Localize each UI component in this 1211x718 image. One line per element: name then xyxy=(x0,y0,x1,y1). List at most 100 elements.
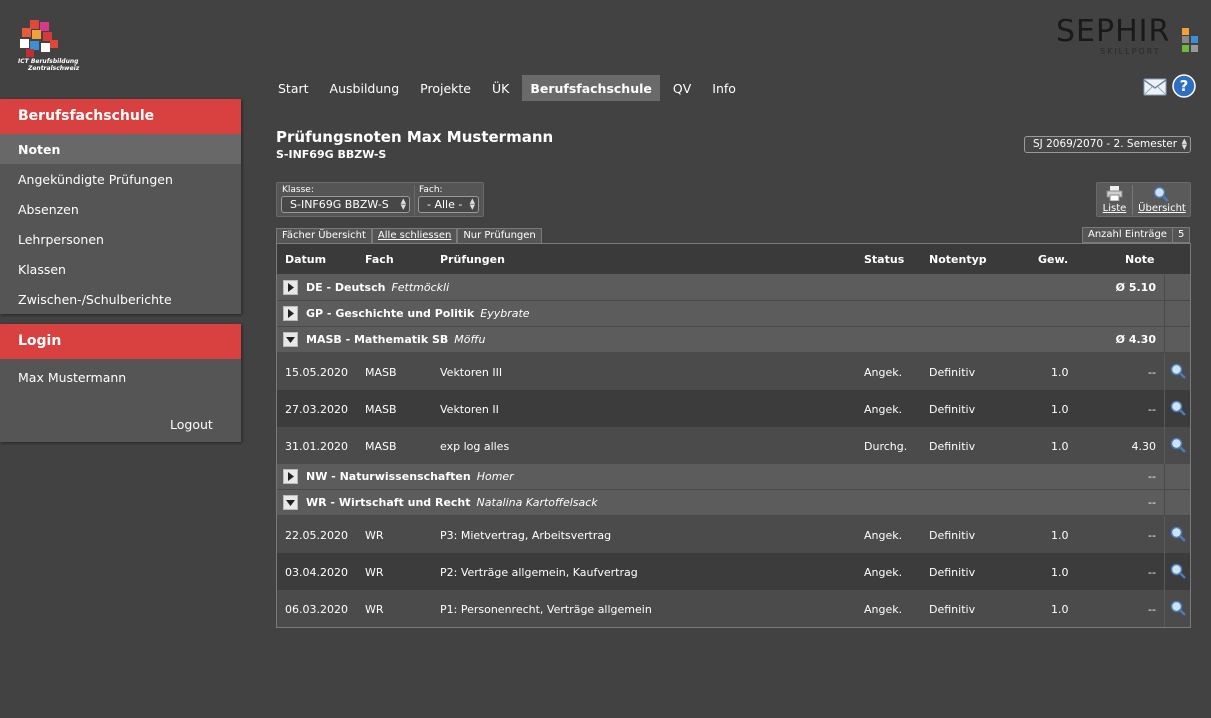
fach-select[interactable]: - Alle - ▲ ▼ xyxy=(418,196,479,213)
uebersicht-button[interactable]: Übersicht xyxy=(1133,183,1191,216)
page-title: Prüfungsnoten Max Mustermann xyxy=(276,128,554,146)
cell-gew: 1.0 xyxy=(1051,366,1069,379)
cell-gew: 1.0 xyxy=(1051,603,1069,616)
cell-gew: 1.0 xyxy=(1051,403,1069,416)
header-fach[interactable]: Fach xyxy=(365,253,394,266)
cell-pruefung: P3: Mietvertrag, Arbeitsvertrag xyxy=(440,529,612,542)
header-status[interactable]: Status xyxy=(864,253,904,266)
select-arrows-icon: ▲ ▼ xyxy=(469,197,475,211)
cell-pruefung: P1: Personenrecht, Verträge allgemein xyxy=(440,603,652,616)
sidebar-item-klassen[interactable]: Klassen xyxy=(0,254,241,284)
cell-notentyp: Definitiv xyxy=(929,403,976,416)
sidebar-berufsfachschule: Berufsfachschule Noten Angekündigte Prüf… xyxy=(0,99,241,314)
logged-in-user: Max Mustermann xyxy=(18,370,127,385)
details-magnifier-icon[interactable] xyxy=(1170,400,1186,416)
cell-status: Angek. xyxy=(864,403,903,416)
table-row: 06.03.2020 WR P1: Personenrecht, Verträg… xyxy=(277,590,1190,627)
page-subtitle: S-INF69G BBZW-S xyxy=(276,148,387,161)
cell-notentyp: Definitiv xyxy=(929,529,976,542)
table-row: 03.04.2020 WR P2: Verträge allgemein, Ka… xyxy=(277,553,1190,590)
group-row-de[interactable]: DE - Deutsch Fettmöckli Ø 5.10 xyxy=(277,275,1190,301)
group-row-gp[interactable]: GP - Geschichte und Politik Eyybrate xyxy=(277,301,1190,327)
table-row: 27.03.2020 MASB Vektoren II Angek. Defin… xyxy=(277,390,1190,427)
brand-word: SEPHIR xyxy=(1056,14,1171,49)
collapse-icon[interactable] xyxy=(283,332,298,347)
group-title: GP - Geschichte und Politik Eyybrate xyxy=(306,307,530,320)
cell-notentyp: Definitiv xyxy=(929,566,976,579)
group-row-masb[interactable]: MASB - Mathematik SB Möffu Ø 4.30 xyxy=(277,327,1190,353)
table-tabs: Fächer Übersicht Alle schliessen Nur Prü… xyxy=(276,228,542,243)
expand-icon[interactable] xyxy=(283,306,298,321)
nav-info[interactable]: Info xyxy=(704,75,744,101)
cell-gew: 1.0 xyxy=(1051,529,1069,542)
brand-sub: SKILLPORT xyxy=(1100,47,1161,56)
group-average: Ø 4.30 xyxy=(1115,333,1156,346)
group-row-nw[interactable]: NW - Naturwissenschaften Homer -- xyxy=(277,464,1190,490)
entry-count-label: Anzahl Einträge xyxy=(1082,227,1173,243)
details-magnifier-icon[interactable] xyxy=(1170,363,1186,379)
nav-qv[interactable]: QV xyxy=(665,75,699,101)
group-title: MASB - Mathematik SB Möffu xyxy=(306,333,486,346)
expand-icon[interactable] xyxy=(283,280,298,295)
tab-faecher-uebersicht[interactable]: Fächer Übersicht xyxy=(276,228,372,243)
cell-datum: 22.05.2020 xyxy=(285,529,348,542)
nav-projekte[interactable]: Projekte xyxy=(412,75,479,101)
table-header: Datum Fach Prüfungen Status Notentyp Gew… xyxy=(277,244,1190,275)
header-datum[interactable]: Datum xyxy=(285,253,326,266)
grades-table: Datum Fach Prüfungen Status Notentyp Gew… xyxy=(276,243,1191,628)
fach-label: Fach: xyxy=(419,185,443,195)
cell-fach: WR xyxy=(365,566,384,579)
header-note[interactable]: Note xyxy=(1125,253,1154,266)
semester-value: SJ 2069/2070 - 2. Semester xyxy=(1033,138,1178,150)
sidebar-item-zwischenberichte[interactable]: Zwischen-/Schulberichte xyxy=(0,284,241,314)
magnifier-icon xyxy=(1153,186,1169,202)
cell-fach: MASB xyxy=(365,440,397,453)
group-title: WR - Wirtschaft und Recht Natalina Kartof… xyxy=(306,496,598,509)
collapse-icon[interactable] xyxy=(283,495,298,510)
table-row: 22.05.2020 WR P3: Mietvertrag, Arbeitsve… xyxy=(277,516,1190,553)
cell-datum: 06.03.2020 xyxy=(285,603,348,616)
sidebar-item-absenzen[interactable]: Absenzen xyxy=(0,194,241,224)
fach-value: - Alle - xyxy=(427,198,463,211)
details-magnifier-icon[interactable] xyxy=(1170,600,1186,616)
cell-notentyp: Definitiv xyxy=(929,603,976,616)
table-row: 15.05.2020 MASB Vektoren III Angek. Defi… xyxy=(277,353,1190,390)
header-gew[interactable]: Gew. xyxy=(1038,253,1068,266)
details-magnifier-icon[interactable] xyxy=(1170,437,1186,453)
header-pruefungen[interactable]: Prüfungen xyxy=(440,253,505,266)
klasse-select[interactable]: S-INF69G BBZW-S ▲ ▼ xyxy=(281,196,410,213)
sidebar-section-title: Berufsfachschule xyxy=(0,99,241,134)
sidebar-item-angekuendigte-pruefungen[interactable]: Angekündigte Prüfungen xyxy=(0,164,241,194)
mail-icon[interactable] xyxy=(1143,76,1167,96)
details-magnifier-icon[interactable] xyxy=(1170,563,1186,579)
help-icon[interactable]: ? xyxy=(1172,74,1196,98)
details-magnifier-icon[interactable] xyxy=(1170,526,1186,542)
cell-datum: 03.04.2020 xyxy=(285,566,348,579)
cell-gew: 1.0 xyxy=(1051,566,1069,579)
logout-link[interactable]: Logout xyxy=(170,417,213,432)
cell-fach: WR xyxy=(365,603,384,616)
group-title: NW - Naturwissenschaften Homer xyxy=(306,470,514,483)
liste-button[interactable]: Liste xyxy=(1097,183,1132,216)
tab-nur-pruefungen[interactable]: Nur Prüfungen xyxy=(457,228,542,243)
nav-start[interactable]: Start xyxy=(270,75,317,101)
sidebar-item-noten[interactable]: Noten xyxy=(0,134,241,164)
expand-icon[interactable] xyxy=(283,469,298,484)
group-average: -- xyxy=(1148,496,1156,509)
group-row-wr[interactable]: WR - Wirtschaft und Recht Natalina Kartof… xyxy=(277,490,1190,516)
cell-note: -- xyxy=(1148,566,1156,579)
nav-uek[interactable]: ÜK xyxy=(484,75,517,101)
header-notentyp[interactable]: Notentyp xyxy=(929,253,987,266)
semester-select[interactable]: SJ 2069/2070 - 2. Semester ▲ ▼ xyxy=(1024,136,1191,153)
select-arrows-icon: ▲ ▼ xyxy=(400,197,406,211)
sidebar-item-lehrpersonen[interactable]: Lehrpersonen xyxy=(0,224,241,254)
group-average: -- xyxy=(1148,470,1156,483)
cell-note: -- xyxy=(1148,403,1156,416)
nav-ausbildung[interactable]: Ausbildung xyxy=(322,75,408,101)
nav-berufsfachschule[interactable]: Berufsfachschule xyxy=(522,75,660,101)
entry-count: Anzahl Einträge 5 xyxy=(1082,227,1191,243)
view-tools: Liste Übersicht xyxy=(1096,182,1191,217)
tab-alle-schliessen[interactable]: Alle schliessen xyxy=(371,228,458,243)
cell-note: -- xyxy=(1148,529,1156,542)
cell-datum: 15.05.2020 xyxy=(285,366,348,379)
